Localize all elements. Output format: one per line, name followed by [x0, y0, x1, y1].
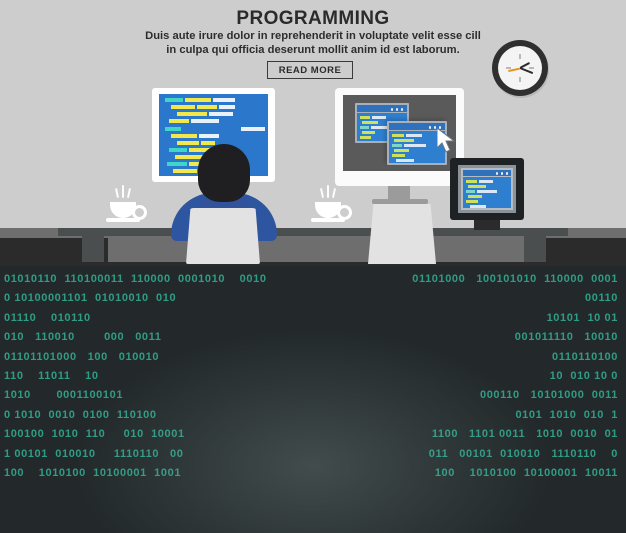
steam-wisp [114, 187, 120, 199]
window-dot [428, 126, 431, 129]
chair-right [368, 204, 436, 264]
clock-tick-3 [529, 67, 534, 69]
steam-wisp [122, 185, 124, 198]
steam-wisp [331, 187, 337, 199]
desk-underside [108, 236, 524, 262]
window-dot [390, 108, 393, 111]
coffee-cup-right [305, 185, 352, 224]
tablet-screen [458, 165, 516, 213]
desk-leg-left [82, 236, 104, 262]
monitor-right-base [372, 199, 428, 204]
top-banner-description-line2: in culpa qui officia deserunt mollit ani… [166, 43, 460, 56]
clock-face [498, 46, 542, 90]
coffee-cup-left [100, 185, 147, 224]
top-banner-title: PROGRAMMING [236, 8, 390, 29]
chair-left [186, 208, 260, 264]
top-banner-description-line1: Duis aute irure dolor in reprehenderit i… [145, 30, 481, 42]
clock-tick-12 [519, 54, 521, 59]
person-back-head [198, 144, 250, 202]
tablet-window [461, 168, 513, 210]
monitor-right-neck [388, 186, 410, 200]
steam-wisp [319, 187, 325, 199]
window-dot [433, 126, 436, 129]
window-dot [395, 108, 398, 111]
clock-tick-6 [519, 77, 521, 82]
window-titlebar [357, 105, 407, 112]
cup-saucer [311, 218, 345, 222]
illustration-stage: PROGRAMMING Duis aute irure dolor in rep… [0, 0, 626, 533]
desk-leg-right [524, 236, 546, 262]
banner-programmer: 01010110 110100011 110000 0001010 0010 0… [0, 266, 626, 533]
window-dot [400, 108, 403, 111]
banner-programming: PROGRAMMING Duis aute irure dolor in rep… [0, 0, 626, 266]
clock-tick-9 [506, 67, 511, 69]
top-banner-description: Duis aute irure dolor in reprehenderit i… [113, 30, 513, 57]
tablet-stand [474, 220, 500, 230]
cup-saucer [106, 218, 140, 222]
steam-wisp [126, 187, 132, 199]
steam-wisp [327, 185, 329, 198]
tablet-device [450, 158, 524, 220]
clock-icon [492, 40, 548, 96]
top-read-more-button[interactable]: READ MORE [267, 61, 353, 79]
background-glow [0, 266, 626, 533]
